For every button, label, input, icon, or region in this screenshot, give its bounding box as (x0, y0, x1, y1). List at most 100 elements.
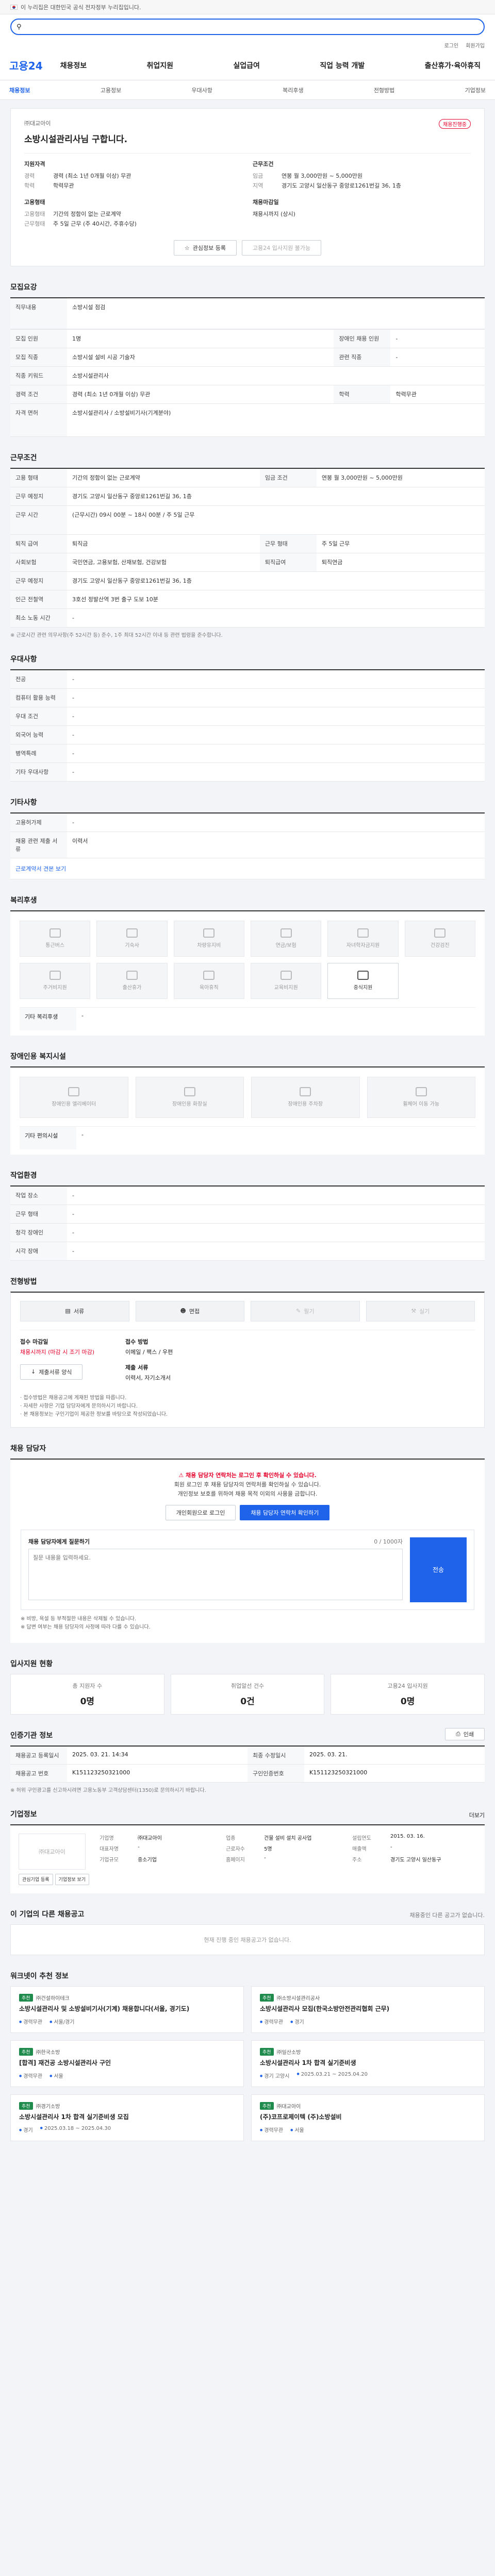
recommend-card[interactable]: 추천㈜경기소방 소방시설관리사 1차 합격 실기준비생 모집 경기2025.03… (10, 2094, 244, 2141)
conditions-table: 고용 형태 기간의 정함이 없는 근로계약 임금 조건 연봉 월 3,000만원 ~ … (10, 467, 485, 628)
company-card: ㈜대교아이 관심기업 등록 기업정보 보기 기업명 ㈜대교아이 업종 건물 설비 설… (10, 1824, 485, 1893)
medical-icon (434, 928, 446, 938)
contract-sample-link[interactable]: 근로계약서 견본 보기 (15, 866, 66, 872)
apply-period-label: 접수 마감일 (20, 1338, 48, 1345)
wage-label: 임금 (253, 173, 263, 179)
apply-method-interview: ☻ 면접 (135, 1300, 244, 1321)
table-row: 사회보험 국민연금, 고용보험, 산재보험, 건강보험 퇴직급여 퇴직연금 (10, 553, 485, 572)
welfare-tuition: 자녀학자금지원 (327, 920, 399, 957)
search-input[interactable] (25, 23, 478, 30)
qa-send-button[interactable]: 전송 (410, 1537, 467, 1602)
gnb-item-training[interactable]: 직업 능력 개발 (320, 60, 365, 71)
status-total: 총 지원자 수 0명 (10, 1673, 164, 1715)
facility-elevator: 장애인용 엘리베이터 (20, 1076, 128, 1118)
recommend-card[interactable]: 추천㈜한국소방 [합격] 재건공 소방시설관리사 구인 경력무관서울 (10, 2040, 244, 2087)
more-jobs-empty: 현재 진행 중인 채용공고가 없습니다. (10, 1924, 485, 1955)
meal-icon (357, 971, 369, 980)
status-badge: 채용진행중 (439, 119, 471, 129)
print-button[interactable]: ⎙ 인쇄 (444, 1727, 485, 1740)
recommend-card[interactable]: 추천㈜소방시설관리공사 소방시설관리사 모집(한국소방안전관리협회 근무) 경력… (251, 1986, 485, 2033)
recommend-card[interactable]: 추천㈜일산소방 소방시설관리사 1차 합격 실기준비생 경기 고양시2025.0… (251, 2040, 485, 2087)
login-link[interactable]: 로그인 (444, 41, 459, 49)
table-row: 작업 장소 - (10, 1185, 485, 1205)
table-row: 채용 관련 제출 서류 이력서 (10, 832, 485, 858)
signup-link[interactable]: 회원가입 (466, 41, 485, 49)
posting-info-grid: 채용공고 등록일시 2025. 03. 21. 14:34 최종 수정일시 2025… (10, 1745, 485, 1783)
gnb-item-jobs[interactable]: 채용정보 (60, 60, 87, 71)
table-row: 청각 장애인 - (10, 1223, 485, 1242)
login-button[interactable]: 개인회원으로 로그인 (165, 1504, 236, 1520)
tab-apply[interactable]: 전형방법 (374, 86, 394, 94)
book-icon (357, 928, 369, 938)
elevator-icon (68, 1087, 80, 1096)
tab-company[interactable]: 기업정보 (465, 86, 486, 94)
posting-info-title: 인증기관 정보 (10, 1731, 53, 1740)
worksite-table: 작업 장소 - 근무 형태 - 청각 장애인 - 시각 장애 - (10, 1185, 485, 1261)
table-row: 병역특례 - (10, 744, 485, 763)
gov-banner: 이 누리집은 대한민국 공식 전자정부 누리집입니다. (0, 0, 495, 14)
search-icon: ⚲ (16, 23, 22, 31)
child-icon (203, 971, 215, 980)
apply-button[interactable]: 고용24 입사지원 불가능 (242, 240, 322, 256)
recommend-card[interactable]: 추천㈜대교아이 (주)코프로제이텍 (주)소방설비 경력무관서울 (251, 2094, 485, 2141)
gnb-item-support[interactable]: 취업지원 (147, 60, 174, 71)
recruit-detail-table: 모집 인원 1명 장애인 채용 인원 - 모집 직종 소방시설 설비 시공 기술자 관련 … (10, 329, 485, 437)
disability-section-title: 장애인용 복지시설 (10, 1052, 66, 1061)
posting-info-note: ※ 허위 구인광고를 신고하시려면 고용노동부 고객상담센터(1350)로 문의… (10, 1787, 206, 1793)
table-row: 기타 우대사항 - (10, 762, 485, 782)
work-type-value: 주 5일 근무 (주 40시간, 주휴수당) (53, 221, 137, 227)
job-headline-card: ㈜대교아이 채용진행중 소방시설관리사님 구합니다. 지원자격 경력 경력 (최소… (10, 108, 485, 266)
table-row: 고용 형태 기간의 정함이 없는 근로계약 임금 조건 연봉 월 3,000만원 ~ … (10, 468, 485, 487)
recommend-card[interactable]: 추천 ㈜건설하이테크 소방시설관리사 및 소방설비기사(기계) 채용합니다(서울,… (10, 1986, 244, 2033)
company-interest-button[interactable]: 관심기업 등록 (19, 1873, 53, 1885)
company-name: ㈜대교아이 (24, 120, 51, 127)
company-info-button[interactable]: 기업정보 보기 (55, 1873, 90, 1885)
status-referral: 취업알선 건수 0건 (170, 1673, 325, 1715)
tab-welfare[interactable]: 복리후생 (283, 86, 303, 94)
table-row: 외국어 능력 - (10, 725, 485, 744)
docs-form-button[interactable]: ↓ 제출서류 양식 (20, 1364, 83, 1380)
job-summary: 지원자격 경력 경력 (최소 1년 0개월 이상) 무관 학력 학력무관 근무조건 … (24, 153, 471, 229)
gnb-item-leave[interactable]: 출산휴가·육아휴직 (425, 60, 481, 71)
table-row: 시각 장애 - (10, 1242, 485, 1261)
gov-banner-text: 이 누리집은 대한민국 공식 전자정부 누리집입니다. (21, 4, 141, 11)
disability-etc-row: 기타 편의시설 - (20, 1126, 475, 1149)
company-more-link[interactable]: 더보기 (469, 1811, 485, 1819)
table-row: 모집 인원 1명 장애인 채용 인원 - (10, 329, 485, 348)
view-contact-button[interactable]: 채용 담당자 연락처 확인하기 (240, 1504, 330, 1520)
apply-docs-value: 이력서, 자기소개서 (125, 1374, 171, 1381)
document-icon: ▤ (65, 1308, 71, 1314)
apply-method-document: ▤ 서류 (20, 1300, 129, 1321)
apply-method-value: 이메일 / 팩스 / 우편 (125, 1348, 173, 1355)
pencil-icon: ✎ (296, 1308, 301, 1314)
apply-method-label: 접수 방법 (125, 1338, 148, 1345)
tab-recruit[interactable]: 채용정보 (9, 86, 30, 94)
welfare-maternity: 출산휴가 (96, 962, 168, 999)
site-logo[interactable]: 고용24 (9, 58, 43, 73)
company-info: 기업명 ㈜대교아이 업종 건물 설비 설치 공사업 설립연도 2015. 03. 16… (100, 1833, 441, 1863)
apply-method-written: ✎ 필기 (251, 1300, 360, 1321)
other-section-title: 기타사항 (10, 798, 37, 807)
print-icon: ⎙ (455, 1730, 460, 1737)
welfare-dorm: 기숙사 (96, 920, 168, 957)
qa-textarea[interactable] (28, 1548, 403, 1600)
table-row: 인근 전철역 3호선 정발산역 3번 출구 도보 10분 (10, 590, 485, 609)
contact-line-2: 개인정보 보호를 위하여 채용 목적 이외의 사용을 금합니다. (177, 1490, 318, 1497)
tab-preference[interactable]: 우대사항 (191, 86, 212, 94)
search-strip: ⚲ (0, 14, 495, 39)
global-nav: 고용24 채용정보 취업지원 실업급여 직업 능력 개발 출산휴가·육아휴직 (0, 50, 495, 80)
baby-icon (126, 971, 138, 980)
education-label: 학력 (24, 182, 35, 189)
welfare-car: 차량유지비 (173, 920, 244, 957)
status-online: 고용24 입사지원 0명 (331, 1673, 485, 1715)
gnb-menu: 채용정보 취업지원 실업급여 직업 능력 개발 출산휴가·육아휴직 (60, 60, 486, 71)
work-type-label: 근무형태 (24, 221, 45, 227)
disability-panel: 장애인용 엘리베이터 장애인용 화장실 장애인용 주차장 휠체어 이동 가능 기… (10, 1066, 485, 1155)
table-row: 근무 형태 - (10, 1205, 485, 1224)
table-row: 자격 면허 소방시설관리사 / 소방설비기사(기계분야) (10, 403, 485, 437)
facility-restroom: 장애인용 화장실 (135, 1076, 244, 1118)
gnb-item-benefit[interactable]: 실업급여 (233, 60, 260, 71)
tab-conditions[interactable]: 고용정보 (101, 86, 121, 94)
job-title: 소방시설관리사님 구합니다. (24, 134, 128, 145)
interest-button[interactable]: ☆ 관심정보 등록 (173, 240, 237, 256)
